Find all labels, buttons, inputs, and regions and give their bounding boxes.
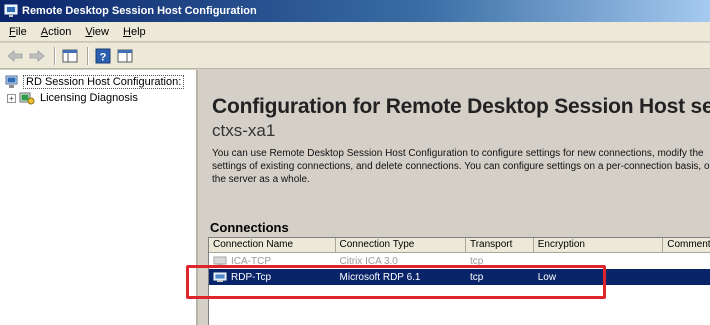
licensing-diagnosis-icon — [19, 92, 35, 105]
list-header: Connection Name Connection Type Transpor… — [209, 238, 710, 253]
console-tree: RD Session Host Configuration: + Licensi… — [0, 70, 198, 325]
tree-label: RD Session Host Configuration: — [23, 75, 185, 89]
back-arrow-icon — [7, 49, 23, 62]
page-title: Configuration for Remote Desktop Session… — [212, 95, 710, 118]
tree-item-rd-session-host-configuration[interactable]: RD Session Host Configuration: — [0, 74, 196, 90]
connections-heading: Connections — [210, 220, 289, 235]
annotation-highlight-box — [186, 265, 606, 299]
help-button[interactable]: ? — [93, 46, 113, 66]
tree-item-licensing-diagnosis[interactable]: + Licensing Diagnosis — [0, 90, 196, 106]
show-hide-console-tree-button[interactable] — [60, 46, 80, 66]
toolbar-separator — [54, 46, 55, 65]
column-header-connection-type[interactable]: Connection Type — [336, 238, 466, 252]
help-icon: ? — [95, 48, 111, 63]
description-text: You can use Remote Desktop Session Host … — [212, 148, 710, 185]
column-header-encryption[interactable]: Encryption — [534, 238, 664, 252]
expand-toggle[interactable]: + — [7, 93, 16, 103]
remote-desktop-icon — [4, 4, 18, 17]
menu-help[interactable]: Help — [116, 22, 153, 42]
svg-text:?: ? — [100, 51, 107, 63]
column-header-connection-name[interactable]: Connection Name — [209, 238, 336, 252]
tree-label: Licensing Diagnosis — [40, 92, 138, 104]
toolbar: ? — [0, 43, 710, 69]
column-header-comment[interactable]: Comment — [663, 238, 710, 252]
server-name: ctxs-xa1 — [212, 121, 276, 140]
action-pane-icon — [117, 49, 133, 62]
menu-bar: File Action View Help — [0, 22, 710, 42]
back-button[interactable] — [5, 46, 25, 66]
title-bar: Remote Desktop Session Host Configuratio… — [0, 0, 710, 22]
menu-action[interactable]: Action — [34, 22, 79, 42]
toolbar-separator — [87, 46, 88, 65]
console-tree-icon — [62, 49, 78, 62]
menu-file[interactable]: File — [2, 22, 34, 42]
column-header-transport[interactable]: Transport — [466, 238, 534, 252]
window-title: Remote Desktop Session Host Configuratio… — [22, 5, 257, 17]
rd-session-host-icon — [5, 75, 18, 88]
forward-button[interactable] — [27, 46, 47, 66]
show-hide-action-pane-button[interactable] — [115, 46, 135, 66]
forward-arrow-icon — [29, 49, 45, 62]
menu-view[interactable]: View — [78, 22, 116, 42]
